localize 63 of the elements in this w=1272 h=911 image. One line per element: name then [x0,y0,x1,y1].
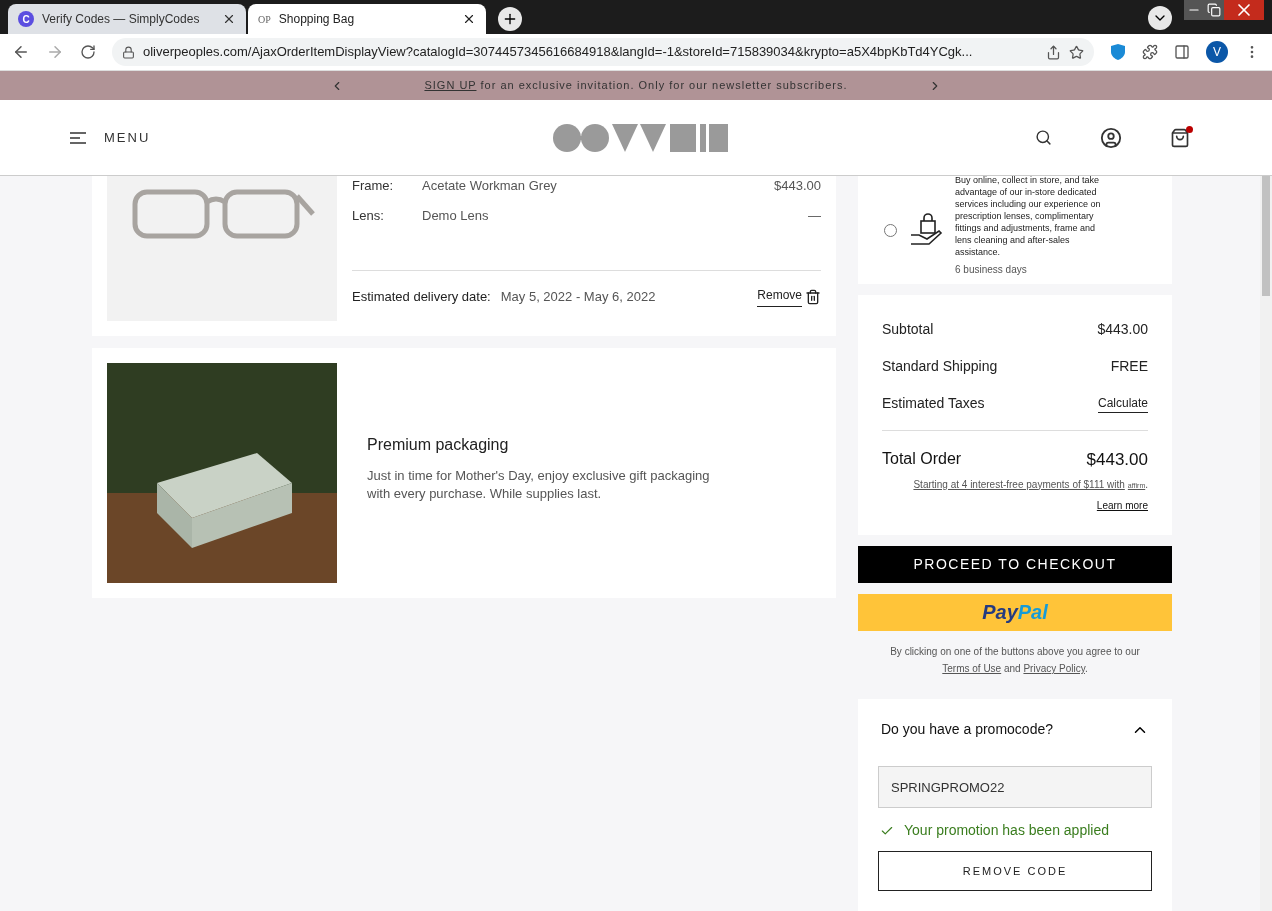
detail-value: Acetate Workman Grey [422,177,558,195]
hand-bag-icon [909,213,943,247]
brand-logo[interactable] [552,122,728,153]
tab-title: Verify Codes — SimplyCodes [42,11,201,28]
profile-avatar[interactable]: V [1206,41,1228,63]
browser-tab[interactable]: C Verify Codes — SimplyCodes [8,4,246,34]
detail-price: — [808,206,821,225]
cart-icon[interactable] [1170,127,1190,148]
browser-tab[interactable]: OP Shopping Bag [248,4,486,34]
delivery-date: May 5, 2022 - May 6, 2022 [500,287,657,306]
promocode-toggle[interactable]: Do you have a promocode? [878,719,1152,740]
close-icon[interactable] [222,12,236,26]
delivery-label: Estimated delivery date: [352,287,491,306]
side-panel-icon[interactable] [1174,44,1190,60]
menu-label[interactable]: MENU [104,127,151,148]
terms-link[interactable]: Terms of Use [942,663,1002,674]
summary-label: Subtotal [882,320,934,339]
summary-label: Standard Shipping [882,357,998,376]
summary-value: FREE [1110,357,1148,376]
restore-icon[interactable] [1204,0,1224,20]
tab-favicon: C [18,11,34,27]
detail-label: Lens: [352,206,385,225]
scrollbar[interactable] [1260,176,1272,911]
pickup-description: Buy online, collect in store, and take advantage of our in-store dedicated services including our experience on prescription lenses, complimentary fittings and adjustments, frame and lens cleaning and after-sales assistance. [955,176,1102,258]
total-value: $443.00 [1086,449,1148,471]
back-icon[interactable] [12,43,30,61]
account-icon[interactable] [1100,126,1122,149]
pickup-time: 6 business days [955,262,1028,277]
shield-icon[interactable] [1110,43,1126,61]
privacy-link[interactable]: Privacy Policy [1023,663,1085,674]
tab-favicon: OP [258,12,271,27]
bookmark-icon[interactable] [1069,44,1084,60]
total-label: Total Order [882,449,962,469]
learn-more-link[interactable]: Learn more [1096,497,1148,513]
summary-value: $443.00 [1097,320,1148,339]
checkout-button[interactable]: PROCEED TO CHECKOUT [858,545,1172,583]
summary-label: Estimated Taxes [882,394,985,413]
trash-icon[interactable] [805,288,821,305]
remove-code-button[interactable]: REMOVE CODE [878,851,1152,891]
url-text: oliverpeoples.com/AjaxOrderItemDisplayView?catalogId=3074457345616684918&langId=-1&storeId=715839034&krypto=a5X4bpKbTd4YCgk... [143,43,974,62]
share-icon[interactable] [1046,44,1061,60]
tab-title: Shopping Bag [278,11,356,28]
promo-text: SIGN UP for an exclusive invitation. Only for our newsletter subscribers. [424,78,848,94]
gift-title: Premium packaging [367,435,510,455]
address-bar[interactable]: oliverpeoples.com/AjaxOrderItemDisplayView?catalogId=3074457345616684918&langId=-1&storeId=715839034&krypto=a5X4bpKbTd4YCgk... [112,38,1094,66]
promocode-field[interactable]: SPRINGPROMO22 [878,766,1152,808]
paypal-button[interactable]: PayPal [858,593,1172,631]
menu-icon[interactable] [70,131,86,144]
remove-link[interactable]: Remove [757,286,802,307]
gift-description: Just in time for Mother's Day, enjoy exclusive gift packaging with every purchase. While supplies last. [367,467,711,503]
promo-success-message: Your promotion has been applied [904,821,1109,840]
search-icon[interactable] [1035,129,1052,146]
lock-icon [122,45,135,59]
terms-text: By clicking on one of the buttons above you agree to our Terms of Use and Privacy Policy. [889,645,1141,676]
detail-price: $443.00 [774,177,821,195]
minimize-icon[interactable] [1184,0,1204,20]
sign-up-link[interactable]: SIGN UP [424,79,477,92]
calculate-link[interactable]: Calculate [1097,394,1148,413]
extensions-icon[interactable] [1142,44,1158,60]
close-icon[interactable] [462,12,476,26]
detail-label: Frame: [352,177,395,195]
reload-icon[interactable] [80,44,96,60]
detail-value: Demo Lens [422,206,490,225]
